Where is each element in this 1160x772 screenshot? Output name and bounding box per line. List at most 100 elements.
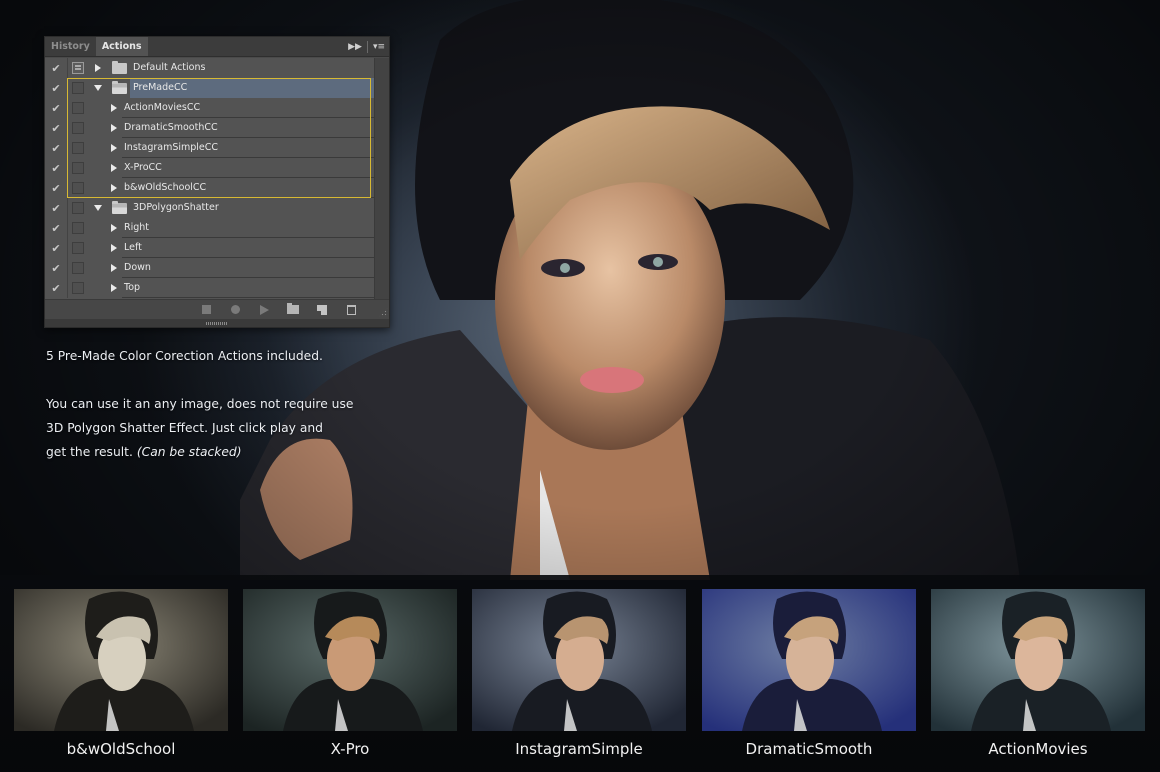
dialog-toggle[interactable]: [68, 258, 88, 278]
action-row[interactable]: ✔ X-ProCC: [45, 158, 375, 178]
checkmark-icon[interactable]: ✔: [45, 258, 68, 278]
play-icon[interactable]: [256, 303, 272, 317]
triangle-right-icon: [111, 124, 117, 132]
dialog-icon: [72, 262, 84, 274]
triangle-right-icon: [95, 64, 101, 72]
action-row[interactable]: ✔ InstagramSimpleCC: [45, 138, 375, 158]
delete-icon[interactable]: [343, 303, 359, 317]
tab-history[interactable]: History: [45, 37, 96, 56]
expand-toggle[interactable]: [106, 184, 122, 192]
actions-list: ✔ Default Actions ✔ PreMadeCC ✔ ActionMoviesC…: [45, 58, 375, 299]
dialog-icon: [72, 182, 84, 194]
triangle-right-icon: [111, 144, 117, 152]
row-label: X-ProCC: [122, 158, 375, 178]
checkmark-icon[interactable]: ✔: [45, 98, 68, 118]
preview-thumbnail[interactable]: [243, 589, 457, 731]
thumbnail-image: [702, 589, 916, 731]
dialog-toggle[interactable]: [68, 218, 88, 238]
action-set-row[interactable]: ✔ 3DPolygonShatter: [45, 198, 375, 218]
expand-toggle[interactable]: [106, 224, 122, 232]
folder-icon: [111, 80, 127, 94]
dialog-toggle[interactable]: [68, 198, 88, 218]
panel-menu-icon[interactable]: ▾≡: [373, 42, 385, 52]
row-label: Left: [122, 238, 375, 258]
checkmark-icon[interactable]: ✔: [45, 218, 68, 238]
action-row[interactable]: ✔ Right: [45, 218, 375, 238]
folder-icon: [111, 60, 127, 74]
record-icon[interactable]: [227, 303, 243, 317]
new-action-icon[interactable]: [314, 303, 330, 317]
checkmark-icon[interactable]: ✔: [45, 158, 68, 178]
checkmark-icon[interactable]: ✔: [45, 238, 68, 258]
checkmark-icon[interactable]: ✔: [45, 198, 68, 218]
dialog-toggle[interactable]: [68, 278, 88, 298]
dialog-icon: [72, 122, 84, 134]
description: 5 Pre-Made Color Corection Actions inclu…: [46, 344, 366, 464]
expand-toggle[interactable]: [106, 264, 122, 272]
stop-icon[interactable]: [198, 303, 214, 317]
description-line: You can use it an any image, does not re…: [46, 397, 354, 411]
dialog-icon: [72, 142, 84, 154]
thumbnail-label: ActionMovies: [988, 740, 1088, 758]
action-row[interactable]: ✔ DramaticSmoothCC: [45, 118, 375, 138]
checkmark-icon[interactable]: ✔: [45, 138, 68, 158]
triangle-right-icon: [111, 264, 117, 272]
preview-thumbnail[interactable]: [472, 589, 686, 731]
triangle-down-icon: [94, 205, 102, 211]
row-label: ActionMoviesCC: [122, 98, 375, 118]
dialog-icon: [72, 202, 84, 214]
preview-thumbnail[interactable]: [14, 589, 228, 731]
expand-toggle[interactable]: [106, 124, 122, 132]
scrollbar[interactable]: [374, 58, 389, 299]
action-row[interactable]: ✔ ActionMoviesCC: [45, 98, 375, 118]
dialog-toggle[interactable]: [68, 238, 88, 258]
dialog-toggle[interactable]: [68, 178, 88, 198]
action-row[interactable]: ✔ Down: [45, 258, 375, 278]
action-set-row[interactable]: ✔ Default Actions: [45, 58, 375, 78]
panel-drag-handle[interactable]: [45, 319, 389, 327]
expand-toggle[interactable]: [88, 85, 108, 91]
dialog-icon: [72, 222, 84, 234]
dialog-icon: [72, 162, 84, 174]
expand-toggle[interactable]: [106, 244, 122, 252]
dialog-icon: [72, 282, 84, 294]
panel-header: History Actions ▶▶ ▾≡: [45, 37, 389, 57]
checkmark-icon[interactable]: ✔: [45, 78, 68, 98]
action-row[interactable]: ✔ b&wOldSchoolCC: [45, 178, 375, 198]
dialog-toggle[interactable]: [68, 78, 88, 98]
preview-thumbnail[interactable]: [702, 589, 916, 731]
dialog-toggle[interactable]: [68, 118, 88, 138]
dialog-toggle[interactable]: [68, 98, 88, 118]
header-separator: [366, 41, 368, 53]
expand-toggle[interactable]: [88, 205, 108, 211]
description-line: 3D Polygon Shatter Effect. Just click pl…: [46, 421, 323, 435]
action-set-row[interactable]: ✔ PreMadeCC: [45, 78, 375, 98]
actions-panel: History Actions ▶▶ ▾≡ ✔ Default Actions ✔ P…: [44, 36, 390, 328]
thumbnail-label: b&wOldSchool: [66, 740, 176, 758]
dialog-toggle[interactable]: [68, 138, 88, 158]
expand-toggle[interactable]: [106, 164, 122, 172]
expand-toggle[interactable]: [106, 104, 122, 112]
checkmark-icon[interactable]: ✔: [45, 118, 68, 138]
expand-toggle[interactable]: [106, 144, 122, 152]
checkmark-icon[interactable]: ✔: [45, 58, 68, 78]
checkmark-icon[interactable]: ✔: [45, 278, 68, 298]
collapse-icon[interactable]: ▶▶: [348, 42, 362, 52]
triangle-right-icon: [111, 184, 117, 192]
thumbnail-label: DramaticSmooth: [745, 740, 873, 758]
action-row[interactable]: ✔ Top: [45, 278, 375, 298]
expand-toggle[interactable]: [88, 64, 108, 72]
dialog-toggle[interactable]: [68, 58, 88, 78]
new-set-icon[interactable]: [285, 303, 301, 317]
tab-actions[interactable]: Actions: [95, 37, 148, 56]
preview-thumbnail[interactable]: [931, 589, 1145, 731]
action-row[interactable]: ✔ Left: [45, 238, 375, 258]
row-label: Default Actions: [133, 62, 206, 73]
dialog-toggle[interactable]: [68, 158, 88, 178]
description-line: get the result. (Can be stacked): [46, 440, 366, 464]
checkmark-icon[interactable]: ✔: [45, 178, 68, 198]
row-label: Right: [122, 218, 375, 238]
expand-toggle[interactable]: [106, 284, 122, 292]
dialog-icon: [72, 82, 84, 94]
row-label: PreMadeCC: [130, 78, 375, 98]
